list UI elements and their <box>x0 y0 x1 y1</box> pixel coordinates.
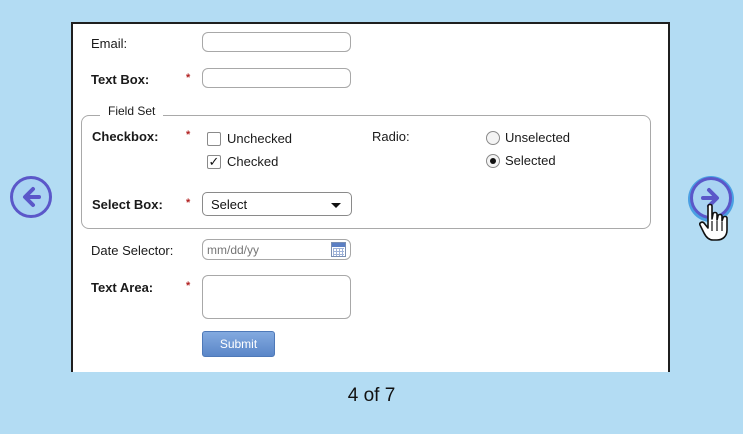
hand-pointer-icon <box>699 203 728 241</box>
required-marker: * <box>186 129 191 141</box>
submit-button[interactable]: Submit <box>202 331 275 357</box>
required-marker: * <box>186 72 191 84</box>
selectbox-label: Select Box: <box>92 197 163 212</box>
required-marker: * <box>186 197 191 209</box>
date-selector[interactable] <box>202 239 351 260</box>
select-box[interactable]: Select <box>202 192 352 216</box>
checkmark-icon: ✓ <box>208 154 220 169</box>
textbox-field[interactable] <box>202 68 351 88</box>
radio-unselected[interactable] <box>486 131 500 145</box>
checkbox-checked-label: Checked <box>227 154 279 169</box>
checkbox-label: Checkbox: <box>92 129 159 144</box>
radio-selected[interactable] <box>486 154 500 168</box>
email-field[interactable] <box>202 32 351 52</box>
prev-slide-button[interactable] <box>10 176 52 218</box>
textbox-label: Text Box: <box>91 72 150 87</box>
radio-label: Radio: <box>372 129 410 144</box>
fieldset-legend: Field Set <box>100 104 164 118</box>
checkbox-checked[interactable]: ✓ <box>207 155 221 169</box>
arrow-left-circle-icon <box>23 187 41 207</box>
textarea-field[interactable] <box>202 275 351 319</box>
required-marker: * <box>186 280 191 292</box>
chevron-down-icon <box>331 203 341 208</box>
select-box-value: Select <box>211 197 248 212</box>
email-label: Email: <box>91 36 128 51</box>
checkbox-unchecked[interactable] <box>207 132 221 146</box>
date-selector-label: Date Selector: <box>91 243 174 258</box>
radio-selected-label: Selected <box>505 153 556 168</box>
page-indicator: 4 of 7 <box>347 385 396 406</box>
radio-unselected-label: Unselected <box>505 130 571 145</box>
calendar-icon[interactable] <box>331 242 346 257</box>
textarea-label: Text Area: <box>91 280 154 295</box>
date-input[interactable] <box>207 241 325 258</box>
checkbox-unchecked-label: Unchecked <box>227 131 293 146</box>
